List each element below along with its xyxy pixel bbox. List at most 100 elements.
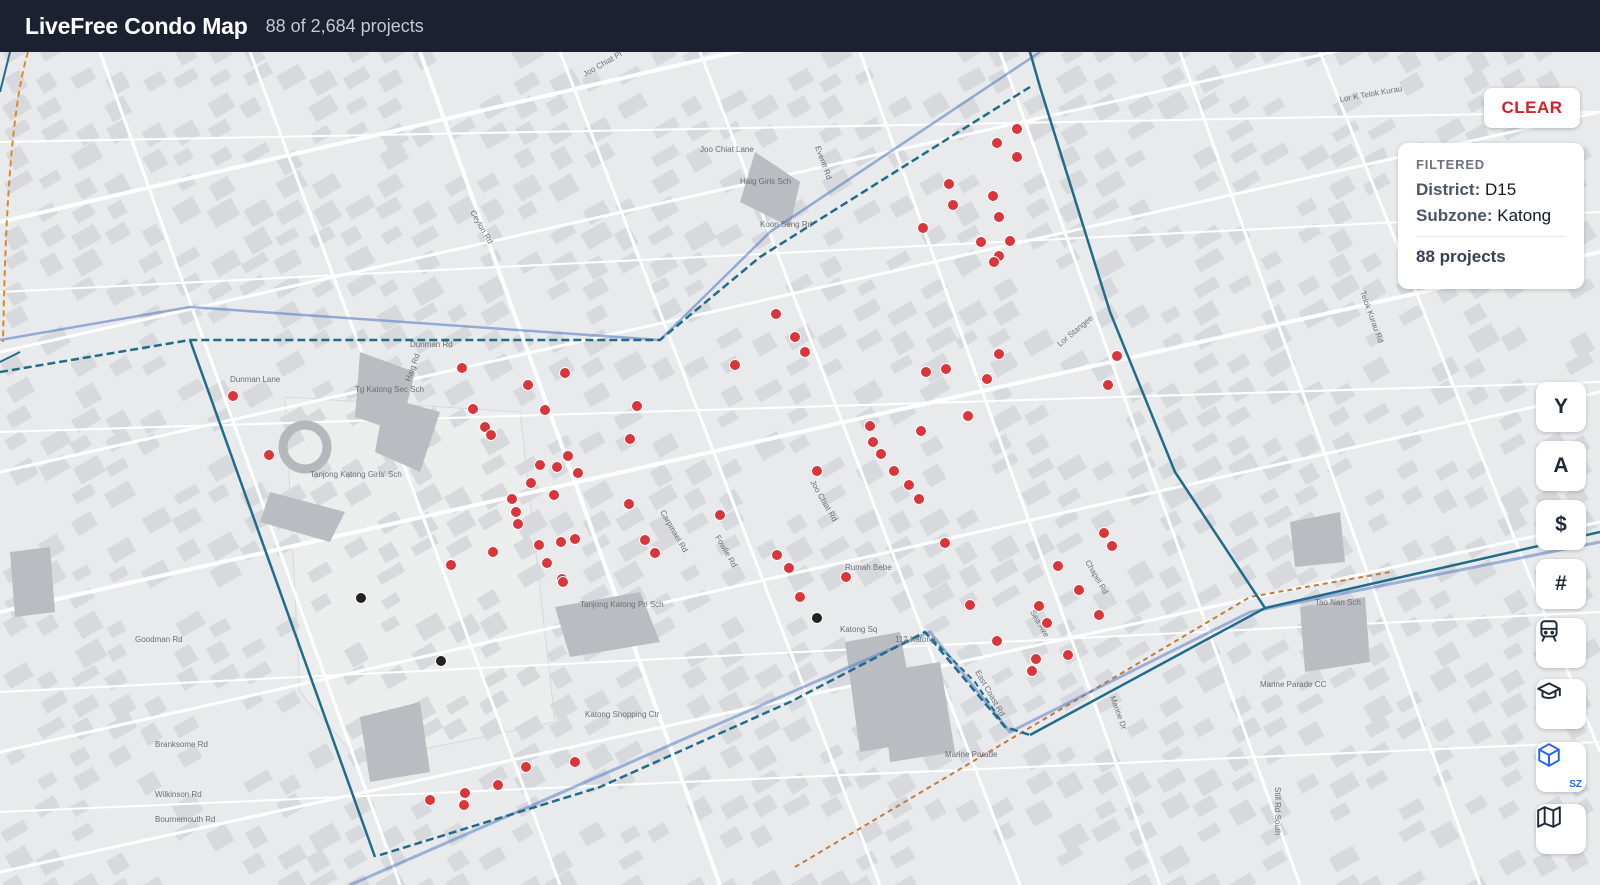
condo-marker[interactable] (988, 256, 1000, 268)
condo-marker[interactable] (263, 449, 275, 461)
condo-marker[interactable] (572, 467, 584, 479)
condo-marker[interactable] (888, 465, 900, 477)
condo-marker[interactable] (1033, 600, 1045, 612)
condo-marker[interactable] (624, 433, 636, 445)
condo-marker[interactable] (520, 761, 532, 773)
condo-marker[interactable] (903, 479, 915, 491)
condo-marker[interactable] (940, 363, 952, 375)
year-filter-button[interactable]: Y (1536, 382, 1586, 432)
condo-marker[interactable] (487, 546, 499, 558)
subzone-layer-button[interactable]: SZ (1536, 742, 1586, 792)
condo-marker[interactable] (1011, 123, 1023, 135)
condo-marker[interactable] (522, 379, 534, 391)
condo-marker-unfiltered[interactable] (355, 592, 367, 604)
map-street-label: Haig Girls Sch (740, 177, 791, 186)
basemap-button[interactable] (1536, 804, 1586, 854)
condo-marker[interactable] (467, 403, 479, 415)
condo-marker[interactable] (987, 190, 999, 202)
condo-marker[interactable] (915, 425, 927, 437)
condo-marker[interactable] (981, 373, 993, 385)
condo-marker[interactable] (1106, 540, 1118, 552)
condo-marker[interactable] (459, 787, 471, 799)
condo-marker[interactable] (1098, 527, 1110, 539)
condo-marker[interactable] (783, 562, 795, 574)
condo-marker[interactable] (991, 635, 1003, 647)
condo-marker[interactable] (631, 400, 643, 412)
condo-marker[interactable] (867, 436, 879, 448)
condo-marker[interactable] (729, 359, 741, 371)
condo-marker[interactable] (456, 362, 468, 374)
condo-marker[interactable] (964, 599, 976, 611)
condo-marker[interactable] (1093, 609, 1105, 621)
condo-marker[interactable] (557, 576, 569, 588)
condo-marker[interactable] (1111, 350, 1123, 362)
condo-marker[interactable] (875, 448, 887, 460)
condo-marker[interactable] (639, 534, 651, 546)
condo-marker[interactable] (1073, 584, 1085, 596)
clear-filters-button[interactable]: CLEAR (1484, 88, 1580, 128)
schools-layer-button[interactable] (1536, 679, 1586, 729)
condo-marker[interactable] (623, 498, 635, 510)
condo-marker[interactable] (1041, 617, 1053, 629)
transit-layer-button[interactable] (1536, 618, 1586, 668)
condo-marker[interactable] (485, 429, 497, 441)
condo-marker[interactable] (445, 559, 457, 571)
condo-marker[interactable] (458, 799, 470, 811)
condo-marker[interactable] (920, 366, 932, 378)
condo-marker[interactable] (227, 390, 239, 402)
map-canvas[interactable]: Joo Chiat Pl Joo Chiat Lane Haig Rd Dunman … (0, 52, 1600, 885)
condo-marker[interactable] (947, 199, 959, 211)
condo-marker[interactable] (939, 537, 951, 549)
condo-marker[interactable] (510, 506, 522, 518)
condo-marker[interactable] (1004, 235, 1016, 247)
condo-marker[interactable] (770, 308, 782, 320)
condo-marker[interactable] (975, 236, 987, 248)
condo-marker[interactable] (943, 178, 955, 190)
condo-marker[interactable] (512, 518, 524, 530)
price-filter-button[interactable]: $ (1536, 500, 1586, 550)
condo-marker[interactable] (714, 509, 726, 521)
condo-marker[interactable] (864, 420, 876, 432)
condo-marker[interactable] (789, 331, 801, 343)
condo-marker-unfiltered[interactable] (435, 655, 447, 667)
condo-marker[interactable] (525, 477, 537, 489)
condo-marker[interactable] (506, 493, 518, 505)
condo-marker[interactable] (991, 137, 1003, 149)
count-filter-button[interactable]: # (1536, 559, 1586, 609)
condo-marker[interactable] (1102, 379, 1114, 391)
condo-marker[interactable] (492, 779, 504, 791)
condo-marker[interactable] (534, 459, 546, 471)
condo-marker[interactable] (559, 367, 571, 379)
condo-marker[interactable] (539, 404, 551, 416)
condo-marker[interactable] (993, 211, 1005, 223)
condo-marker-unfiltered[interactable] (811, 612, 823, 624)
condo-marker[interactable] (913, 493, 925, 505)
condo-marker[interactable] (649, 547, 661, 559)
condo-marker[interactable] (1052, 560, 1064, 572)
condo-marker[interactable] (993, 348, 1005, 360)
condo-marker[interactable] (562, 450, 574, 462)
map-layer[interactable]: Joo Chiat PlJoo Chiat LaneHaig RdDunman … (0, 52, 1600, 885)
condo-marker[interactable] (840, 571, 852, 583)
condo-marker[interactable] (771, 549, 783, 561)
filter-summary-card: FILTERED District: D15 Subzone: Katong 8… (1398, 143, 1584, 289)
condo-marker[interactable] (424, 794, 436, 806)
condo-marker[interactable] (962, 410, 974, 422)
condo-marker[interactable] (555, 536, 567, 548)
condo-marker[interactable] (533, 539, 545, 551)
condo-marker[interactable] (1026, 665, 1038, 677)
area-filter-button[interactable]: A (1536, 441, 1586, 491)
condo-marker[interactable] (541, 557, 553, 569)
map-street-label: Wilkinson Rd (155, 790, 202, 799)
condo-marker[interactable] (548, 489, 560, 501)
condo-marker[interactable] (799, 346, 811, 358)
condo-marker[interactable] (811, 465, 823, 477)
condo-marker[interactable] (569, 533, 581, 545)
condo-marker[interactable] (1011, 151, 1023, 163)
condo-marker[interactable] (917, 222, 929, 234)
condo-marker[interactable] (1030, 653, 1042, 665)
condo-marker[interactable] (569, 756, 581, 768)
condo-marker[interactable] (1062, 649, 1074, 661)
condo-marker[interactable] (551, 461, 563, 473)
condo-marker[interactable] (794, 591, 806, 603)
